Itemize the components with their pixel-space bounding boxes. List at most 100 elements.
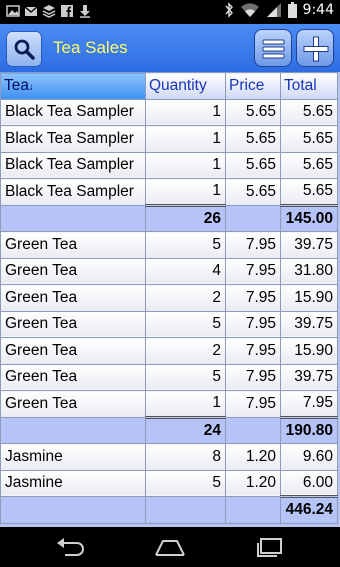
subtotal-price-cell	[225, 416, 281, 444]
wifi-icon	[240, 3, 259, 18]
cell-total: 5.65	[280, 151, 338, 179]
facebook-icon	[61, 5, 73, 17]
subtotal-total: 145.00	[280, 203, 338, 232]
cell-tea: Black Tea Sampler	[0, 98, 146, 126]
menu-button[interactable]	[254, 29, 292, 67]
column-header-tea[interactable]: Tea♩	[0, 72, 146, 100]
table-row[interactable]: Green Tea 4 7.95 31.80	[0, 257, 338, 285]
plus-icon	[303, 36, 329, 62]
image-icon	[6, 5, 20, 17]
menu-icon	[262, 39, 285, 59]
table-row[interactable]: Jasmine 8 1.20 9.60	[0, 443, 338, 471]
cell-price: 7.95	[225, 284, 281, 312]
table-row[interactable]: Green Tea 5 7.95 39.75	[0, 310, 338, 338]
sales-grid[interactable]: Tea♩ Quantity Price Total Black Tea Samp…	[0, 72, 340, 527]
cell-quantity: 4	[145, 257, 226, 285]
notification-icons	[6, 4, 92, 18]
sales-table: Tea♩ Quantity Price Total Black Tea Samp…	[0, 72, 338, 524]
cell-price: 5.65	[225, 178, 281, 206]
cell-price: 7.95	[225, 310, 281, 338]
cell-price: 7.95	[225, 390, 281, 418]
sort-indicator-icon: ♩	[29, 80, 40, 93]
cell-quantity: 1	[145, 178, 226, 206]
cell-total: 7.95	[280, 390, 338, 418]
group-subtotal-row: 26 145.00	[0, 203, 338, 232]
cell-tea: Green Tea	[0, 310, 146, 338]
cell-total: 31.80	[280, 257, 338, 285]
gmail-icon	[24, 6, 38, 16]
cell-total: 15.90	[280, 284, 338, 312]
cell-total: 5.65	[280, 98, 338, 126]
table-row[interactable]: Black Tea Sampler 1 5.65 5.65	[0, 125, 338, 153]
subtotal-quantity: 26	[145, 203, 226, 232]
table-row[interactable]: Green Tea 5 7.95 39.75	[0, 363, 338, 391]
cell-tea: Black Tea Sampler	[0, 125, 146, 153]
column-header-quantity[interactable]: Quantity	[145, 72, 226, 100]
subtotal-price-cell	[225, 204, 281, 232]
action-bar: Tea Sales	[0, 24, 340, 72]
cell-tea: Jasmine	[0, 469, 146, 497]
cell-total: 39.75	[280, 310, 338, 338]
column-header-label: Tea	[4, 76, 29, 94]
cell-price: 1.20	[225, 469, 281, 497]
cell-tea: Green Tea	[0, 363, 146, 391]
home-icon[interactable]	[153, 535, 187, 559]
cell-price: 7.95	[225, 337, 281, 365]
subtotal-tea-cell	[0, 416, 146, 444]
back-icon[interactable]	[53, 535, 87, 559]
cell-total: 5.65	[280, 178, 338, 206]
header-row: Tea♩ Quantity Price Total	[0, 72, 338, 100]
cell-price: 7.95	[225, 363, 281, 391]
table-row[interactable]: Green Tea 2 7.95 15.90	[0, 284, 338, 312]
battery-icon	[287, 2, 297, 18]
cell-price: 5.65	[225, 125, 281, 153]
cell-price: 5.65	[225, 98, 281, 126]
table-body: Black Tea Sampler 1 5.65 5.65 Black Tea Samp…	[0, 98, 338, 524]
cell-price: 1.20	[225, 443, 281, 471]
cell-quantity: 1	[145, 390, 226, 418]
navigation-bar	[0, 527, 340, 567]
table-row[interactable]: Green Tea 5 7.95 39.75	[0, 231, 338, 259]
column-header-total[interactable]: Total	[280, 72, 338, 100]
cell-quantity: 1	[145, 98, 226, 126]
cell-quantity: 1	[145, 125, 226, 153]
system-status: 9:44	[224, 2, 334, 18]
cell-tea: Green Tea	[0, 231, 146, 259]
cell-quantity: 5	[145, 363, 226, 391]
table-row[interactable]: Green Tea 2 7.95 15.90	[0, 337, 338, 365]
cell-price: 5.65	[225, 151, 281, 179]
cell-total: 5.65	[280, 125, 338, 153]
table-row[interactable]: Black Tea Sampler 1 5.65 5.65	[0, 178, 338, 206]
column-header-price[interactable]: Price	[225, 72, 281, 100]
cell-total: 39.75	[280, 231, 338, 259]
cell-tea: Black Tea Sampler	[0, 178, 146, 206]
cell-total: 9.60	[280, 443, 338, 471]
add-button[interactable]	[296, 29, 334, 67]
subtotal-total: 190.80	[280, 415, 338, 444]
cell-quantity: 5	[145, 231, 226, 259]
cell-price: 7.95	[225, 231, 281, 259]
cell-tea: Jasmine	[0, 443, 146, 471]
app-title: Tea Sales	[53, 38, 128, 57]
recents-icon[interactable]	[253, 535, 287, 559]
stack-icon	[42, 5, 56, 18]
table-row[interactable]: Black Tea Sampler 1 5.65 5.65	[0, 151, 338, 179]
cell-quantity: 5	[145, 469, 226, 497]
cell-tea: Green Tea	[0, 257, 146, 285]
cell-tea: Green Tea	[0, 337, 146, 365]
cell-total: 15.90	[280, 337, 338, 365]
table-row[interactable]: Black Tea Sampler 1 5.65 5.65	[0, 98, 338, 126]
cell-quantity: 1	[145, 151, 226, 179]
subtotal-price-cell	[225, 496, 281, 524]
search-button[interactable]	[6, 31, 42, 67]
signal-icon	[266, 3, 281, 17]
table-row[interactable]: Jasmine 5 1.20 6.00	[0, 469, 338, 497]
subtotal-tea-cell	[0, 204, 146, 232]
cell-total: 39.75	[280, 363, 338, 391]
cell-quantity: 2	[145, 337, 226, 365]
subtotal-quantity: 24	[145, 415, 226, 444]
table-row[interactable]: Green Tea 1 7.95 7.95	[0, 390, 338, 418]
cell-quantity: 8	[145, 443, 226, 471]
group-subtotal-row: 24 190.80	[0, 415, 338, 444]
cell-total: 6.00	[280, 469, 338, 497]
